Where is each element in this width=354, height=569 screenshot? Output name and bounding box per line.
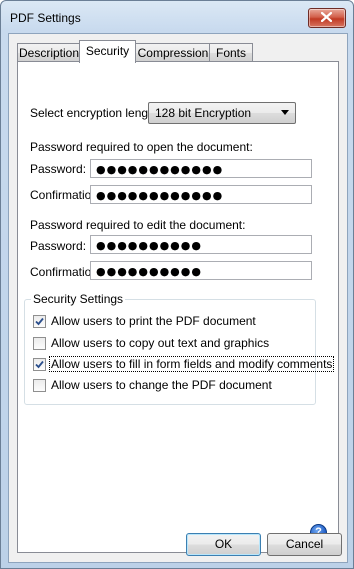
dialog-client-area: Description Security Compression Fonts S… bbox=[8, 33, 348, 563]
checkmark-icon bbox=[35, 317, 44, 326]
edit-confirmation-field[interactable]: ●●●●●●●●●● bbox=[90, 261, 312, 280]
security-settings-group: Security Settings Allow users to print t… bbox=[24, 292, 335, 405]
edit-password-heading: Password required to edit the document: bbox=[30, 218, 246, 232]
encryption-selected-value: 128 bit Encryption bbox=[155, 106, 252, 120]
encryption-length-label: Select encryption length: bbox=[30, 106, 162, 120]
edit-password-field[interactable]: ●●●●●●●●●● bbox=[90, 235, 312, 254]
tab-compression[interactable]: Compression bbox=[135, 43, 211, 62]
close-icon bbox=[321, 12, 332, 22]
checkbox-box[interactable] bbox=[33, 358, 46, 371]
checkbox-label: Allow users to change the PDF document bbox=[51, 378, 272, 392]
checkbox-label: Allow users to copy out text and graphic… bbox=[51, 336, 270, 350]
open-password-label: Password: bbox=[30, 162, 87, 176]
security-panel: Select encryption length: 128 bit Encryp… bbox=[17, 61, 339, 553]
chevron-down-icon bbox=[281, 110, 289, 115]
checkmark-icon bbox=[35, 360, 44, 369]
tab-label: Security bbox=[85, 44, 130, 58]
tab-label: Compression bbox=[137, 46, 209, 60]
tab-description[interactable]: Description bbox=[17, 43, 81, 62]
close-button[interactable] bbox=[308, 8, 346, 28]
open-password-field[interactable]: ●●●●●●●●●●●● bbox=[90, 159, 312, 178]
tab-label: Fonts bbox=[215, 46, 246, 60]
pdf-settings-window: PDF Settings Description Security Compre… bbox=[0, 0, 354, 569]
checkbox-label: Allow users to fill in form fields and m… bbox=[48, 356, 335, 372]
window-title: PDF Settings bbox=[10, 11, 81, 25]
cancel-button[interactable]: Cancel bbox=[267, 533, 342, 556]
encryption-length-select[interactable]: 128 bit Encryption bbox=[148, 102, 296, 124]
edit-password-label: Password: bbox=[30, 239, 87, 253]
ok-button[interactable]: OK bbox=[186, 533, 261, 556]
tab-security[interactable]: Security bbox=[79, 40, 136, 63]
tab-label: Description bbox=[18, 46, 80, 60]
checkbox-box[interactable] bbox=[33, 379, 46, 392]
open-confirmation-field[interactable]: ●●●●●●●●●●●● bbox=[90, 185, 312, 204]
tab-fonts[interactable]: Fonts bbox=[209, 43, 253, 62]
checkbox-label: Allow users to print the PDF document bbox=[51, 314, 256, 328]
checkbox-box[interactable] bbox=[33, 337, 46, 350]
open-password-heading: Password required to open the document: bbox=[30, 140, 253, 154]
checkbox-box[interactable] bbox=[33, 315, 46, 328]
security-settings-title: Security Settings bbox=[31, 292, 126, 306]
title-bar[interactable]: PDF Settings bbox=[1, 1, 353, 33]
